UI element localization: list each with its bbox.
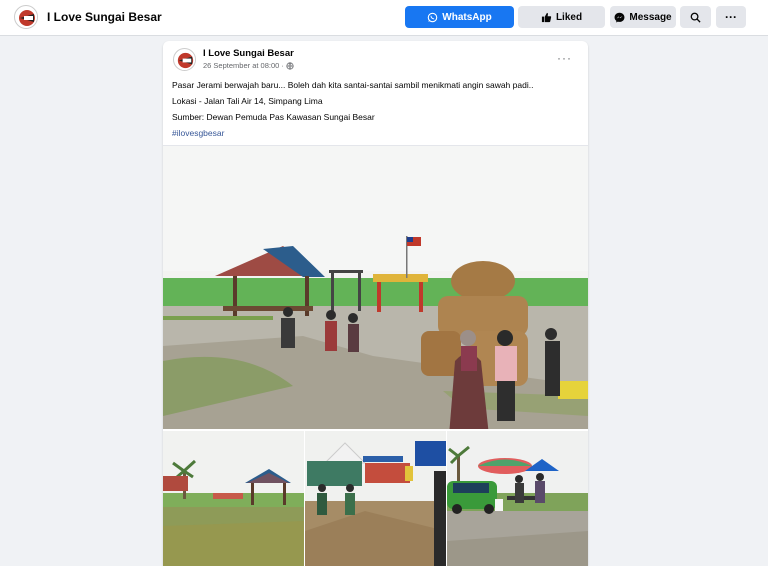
post-meta: 26 September at 08:00 · <box>203 61 294 70</box>
search-button[interactable] <box>680 6 711 28</box>
thumbs-up-icon <box>541 12 552 22</box>
post-photo-thumbnail-3[interactable] <box>447 431 588 566</box>
post-text-line-1: Pasar Jerami berwajah baru... Boleh dah … <box>172 80 534 90</box>
liked-button[interactable]: Liked <box>518 6 605 28</box>
post-photo-thumbnail-1[interactable] <box>163 431 304 566</box>
post-author-avatar[interactable] <box>173 48 196 71</box>
post-options-button[interactable]: ··· <box>557 51 572 65</box>
message-button[interactable]: Message <box>610 6 676 28</box>
market-stalls-photo <box>305 431 446 566</box>
hashtag-link[interactable]: #ilovesgbesar <box>172 128 224 138</box>
straw-market-photo <box>163 146 588 429</box>
messenger-icon <box>614 12 625 22</box>
page-logo-icon <box>16 7 37 28</box>
pavilion-photo <box>163 431 304 566</box>
more-options-button[interactable]: ··· <box>716 6 746 28</box>
page-header-bar: I Love Sungai Besar WhatsApp Liked Messa… <box>0 0 768 36</box>
stall-with-car-photo <box>447 431 588 566</box>
message-label: Message <box>629 11 672 23</box>
post-author-name[interactable]: I Love Sungai Besar <box>203 48 294 59</box>
post-text-line-3: Sumber: Dewan Pemuda Pas Kawasan Sungai … <box>172 112 375 122</box>
globe-icon <box>286 61 294 70</box>
post-photo-main[interactable] <box>163 146 588 429</box>
page-avatar[interactable] <box>14 5 38 29</box>
post-text-line-2: Lokasi - Jalan Tali Air 14, Simpang Lima <box>172 96 323 106</box>
post-photo-thumbnail-2[interactable] <box>305 431 446 566</box>
page-title[interactable]: I Love Sungai Besar <box>47 10 162 24</box>
whatsapp-icon <box>427 12 438 22</box>
whatsapp-button[interactable]: WhatsApp <box>405 6 514 28</box>
post-timestamp[interactable]: 26 September at 08:00 · <box>203 61 284 70</box>
search-icon <box>690 12 701 23</box>
liked-label: Liked <box>555 11 583 23</box>
post-card: I Love Sungai Besar 26 September at 08:0… <box>163 41 588 566</box>
page-logo-icon <box>174 49 195 70</box>
whatsapp-label: WhatsApp <box>442 11 492 23</box>
